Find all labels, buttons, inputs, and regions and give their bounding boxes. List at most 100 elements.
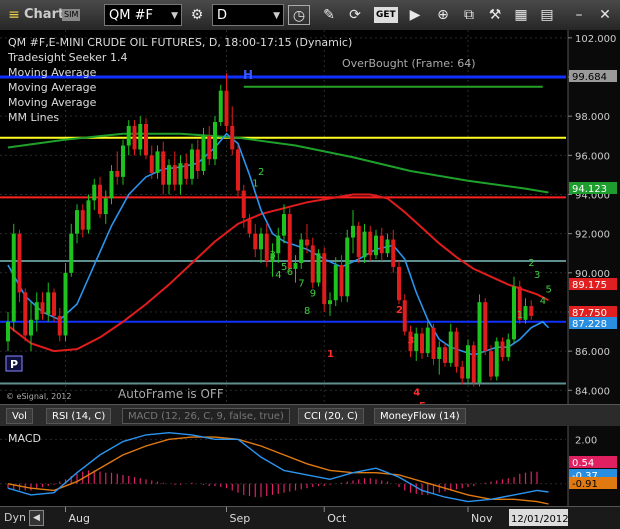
chevron-down-icon[interactable]: ▼	[171, 5, 178, 27]
minimize-icon[interactable]: –	[568, 5, 590, 25]
candle-body	[299, 239, 304, 264]
symbol-value: QM #F	[109, 8, 153, 23]
window-grip-icon[interactable]: ≡	[3, 5, 25, 25]
seeker-count-green: 4	[275, 270, 281, 281]
copyright-label: © eSignal, 2012	[6, 392, 71, 401]
price-tick-label: 84.000	[575, 386, 610, 397]
interval-input[interactable]: D ▼	[212, 4, 284, 26]
macd-tag-label: -0.91	[572, 479, 598, 490]
candle-body	[213, 122, 217, 160]
symbol-input[interactable]: QM #F ▼	[104, 4, 182, 26]
candle-body	[420, 333, 424, 354]
candle-body	[414, 333, 419, 352]
candle-body	[316, 253, 321, 283]
study-label: Moving Average	[8, 96, 97, 109]
seeker-count-green: 1	[517, 310, 523, 321]
sim-badge: SIM	[62, 9, 81, 21]
refresh-icon[interactable]: ⟳	[344, 5, 366, 25]
time-tick-label: Oct	[327, 512, 347, 525]
seeker-count-green: 3	[270, 250, 276, 261]
candle-body	[236, 149, 240, 191]
study-label: Moving Average	[8, 81, 97, 94]
layout-icon[interactable]: ▤	[536, 5, 558, 25]
candle-body	[391, 239, 396, 267]
tab-macd[interactable]: MACD (12, 26, C, 9, false, true)	[122, 408, 290, 424]
candle-body	[443, 347, 447, 363]
close-icon[interactable]: ✕	[594, 5, 616, 25]
seeker-count-green: 2	[528, 258, 534, 269]
candle-body	[345, 237, 350, 297]
macd-panel[interactable]: 2.000.00 0.54-0.37-0.91 MACD	[0, 426, 620, 506]
candle-body	[207, 135, 212, 160]
candle-body	[293, 263, 298, 269]
candle-body	[362, 231, 367, 258]
h-marker: H	[243, 68, 253, 82]
candle-body	[109, 170, 114, 199]
candle-body	[431, 327, 436, 359]
candle-body	[506, 339, 511, 358]
tab-moneyflow[interactable]: MoneyFlow (14)	[374, 408, 466, 424]
price-chart[interactable]: 2135467982314512345 102.000100.00098.000…	[0, 30, 620, 404]
get-button[interactable]: GET	[374, 7, 398, 23]
candle-body	[178, 163, 183, 185]
macd-tag-label: 0.54	[572, 458, 594, 469]
seeker-count-green: 1	[252, 179, 258, 190]
time-tick-label: Aug	[69, 512, 90, 525]
candle-body	[454, 331, 459, 367]
candle-body	[397, 266, 401, 301]
candle-body	[253, 233, 258, 250]
price-tick-label: 86.000	[575, 347, 610, 358]
candle-body	[80, 210, 85, 230]
zoom-icon[interactable]: ⊕	[432, 5, 454, 25]
candle-body	[523, 306, 528, 320]
candle-body	[276, 235, 281, 254]
candle-body	[126, 125, 131, 146]
candle-body	[161, 151, 166, 185]
candle-body	[328, 300, 332, 305]
candle-body	[75, 210, 79, 234]
candle-body	[259, 233, 263, 250]
candle-body	[63, 272, 68, 336]
seeker-count-green: 9	[310, 288, 316, 299]
candle-body	[149, 155, 154, 173]
price-tag-label: 87.228	[572, 319, 607, 330]
candle-body	[282, 214, 286, 236]
seeker-count-green: 6	[287, 267, 293, 278]
candle-body	[477, 302, 482, 383]
play-icon[interactable]: ▶	[404, 5, 426, 25]
candle-body	[374, 235, 378, 256]
settings-icon[interactable]: ⚒	[484, 5, 506, 25]
pencil-icon[interactable]: ✎	[318, 5, 340, 25]
candle-body	[52, 292, 56, 316]
candle-body	[489, 351, 493, 377]
price-tick-label: 96.000	[575, 151, 610, 162]
candle-body	[224, 90, 229, 126]
candle-body	[287, 214, 292, 269]
candle-body	[471, 345, 476, 383]
tab-rsi[interactable]: RSI (14, C)	[46, 408, 112, 424]
candle-body	[351, 225, 355, 238]
grid-icon[interactable]: ▦	[510, 5, 532, 25]
candle-body	[98, 184, 102, 215]
tab-vol[interactable]: Vol	[6, 408, 33, 424]
tab-cci[interactable]: CCI (20, C)	[298, 408, 364, 424]
seeker-count-red: 4	[413, 387, 420, 398]
candle-body	[483, 302, 488, 352]
candle-body	[460, 366, 465, 379]
macd-label: MACD	[8, 432, 41, 445]
candle-body	[23, 292, 28, 336]
interval-wheel-icon[interactable]: ⚙	[186, 5, 208, 25]
study-label: Moving Average	[8, 66, 97, 79]
chevron-down-icon[interactable]: ▼	[273, 5, 280, 27]
candle-body	[264, 233, 269, 262]
clock-icon[interactable]: ◷	[288, 5, 310, 25]
candle-body	[368, 231, 373, 256]
candle-body	[34, 302, 39, 320]
candle-body	[144, 123, 148, 156]
seeker-count-green: 4	[540, 296, 546, 307]
candle-body	[57, 315, 62, 336]
chart-title: QM #F,E-MINI CRUDE OIL FUTURES, D, 18:00…	[8, 36, 352, 49]
interval-value: D	[217, 8, 228, 23]
link-icon[interactable]: ⧉	[458, 5, 480, 25]
candle-body	[322, 253, 327, 305]
